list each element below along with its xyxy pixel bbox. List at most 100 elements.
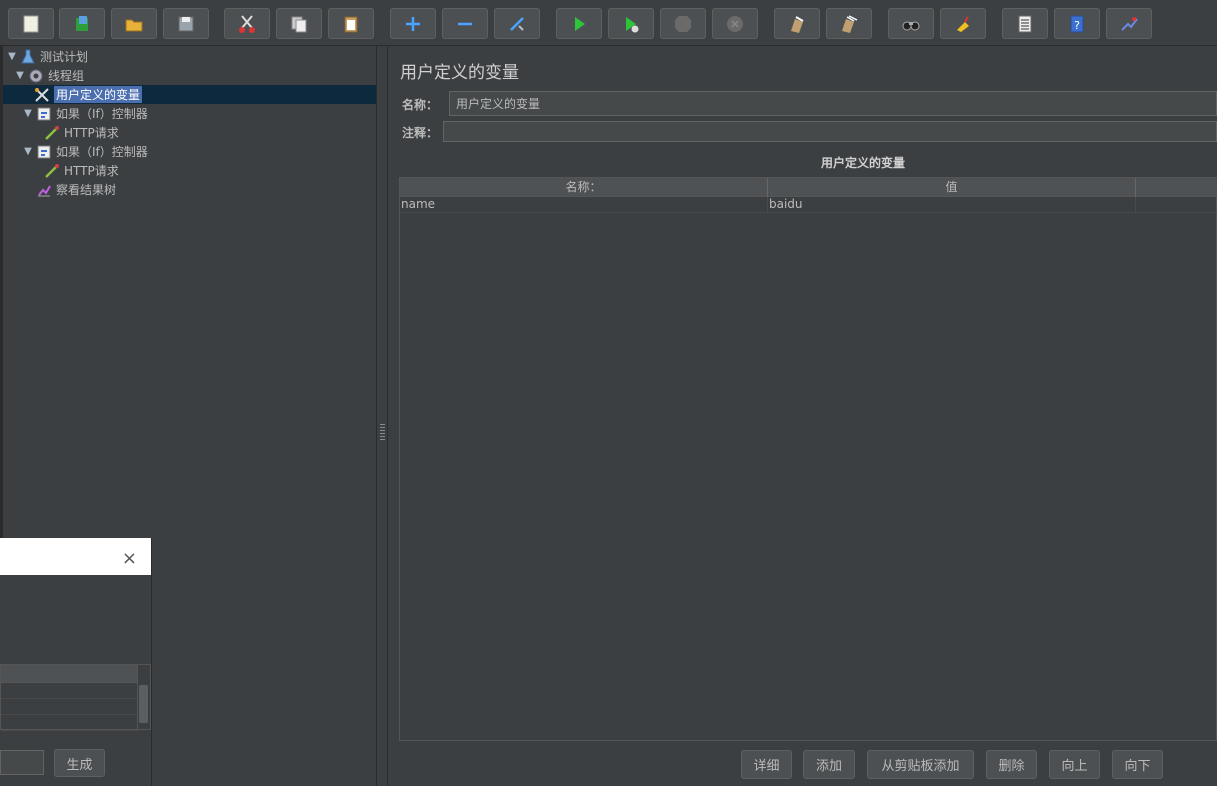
wrench-screwdriver-icon (34, 87, 50, 103)
table-row[interactable] (1, 699, 138, 715)
pipette-icon (44, 163, 60, 179)
variables-table: 名称： 值 name baidu (399, 177, 1217, 741)
paste-button[interactable] (328, 8, 374, 39)
templates-button[interactable] (59, 8, 105, 39)
remote-button[interactable] (1106, 8, 1152, 39)
section-title: 用户定义的变量 (820, 156, 905, 170)
tree-item-label: 如果（If）控制器 (56, 145, 148, 159)
table-cell[interactable]: baidu (768, 197, 1136, 213)
copy-button[interactable] (276, 8, 322, 39)
open-button[interactable] (111, 8, 157, 39)
scrollbar-thumb[interactable] (139, 685, 148, 723)
tree-item-test-plan[interactable]: ▼ 测试计划 (6, 47, 88, 66)
table-row[interactable] (1, 715, 138, 731)
stop-icon (675, 15, 691, 32)
delete-button[interactable]: 删除 (986, 750, 1037, 779)
remote-icon (1121, 16, 1138, 31)
function-helper-icon (1018, 15, 1032, 32)
chart-icon (36, 182, 52, 198)
help-icon: ? (1070, 15, 1084, 32)
table-row[interactable]: name baidu (400, 197, 1217, 213)
collapse-arrow-icon[interactable]: ▼ (22, 108, 34, 120)
flask-icon (20, 49, 36, 65)
save-icon (178, 16, 194, 31)
open-icon (125, 19, 143, 31)
tree-item-view-results-tree[interactable]: 察看结果树 (36, 180, 116, 199)
dialog-table-header (1, 665, 138, 683)
search-button[interactable] (888, 8, 934, 39)
clear-all-icon (842, 14, 858, 33)
start-no-pauses-icon (626, 16, 639, 32)
tree-item-if-controller-2[interactable]: ▼ 如果（If）控制器 (22, 142, 148, 161)
expand-button[interactable] (390, 8, 436, 39)
name-field[interactable]: 用户定义的变量 (449, 91, 1217, 116)
if-controller-icon (36, 106, 52, 122)
new-icon (23, 15, 39, 32)
tree-item-http-request-1[interactable]: HTTP请求 (44, 123, 119, 142)
clear-icon (791, 15, 804, 33)
collapse-arrow-icon[interactable]: ▼ (22, 146, 34, 158)
toggle-button[interactable] (494, 8, 540, 39)
collapse-button[interactable] (442, 8, 488, 39)
tree-item-if-controller-1[interactable]: ▼ 如果（If）控制器 (22, 104, 148, 123)
table-cell[interactable]: name (400, 197, 768, 213)
page-title: 用户定义的变量 (400, 63, 519, 83)
move-up-button[interactable]: 向上 (1049, 750, 1100, 779)
column-header-name[interactable]: 名称： (400, 178, 768, 197)
add-from-clipboard-button[interactable]: 从剪贴板添加 (867, 750, 974, 779)
tree-item-http-request-2[interactable]: HTTP请求 (44, 161, 119, 180)
splitter-grip-icon[interactable] (380, 422, 385, 440)
tree-item-label: 用户定义的变量 (54, 86, 143, 103)
table-header: 名称： 值 (400, 178, 1217, 197)
dialog-table (0, 664, 151, 731)
comment-field[interactable] (443, 121, 1217, 142)
table-row[interactable] (1, 683, 138, 699)
detail-button[interactable]: 详细 (741, 750, 792, 779)
split-pane-divider[interactable] (376, 46, 388, 786)
add-button[interactable]: 添加 (803, 750, 855, 779)
shutdown-icon (727, 15, 743, 32)
close-icon[interactable]: × (122, 548, 137, 569)
templates-icon (76, 15, 88, 31)
if-controller-icon (36, 144, 52, 160)
function-helper-button[interactable] (1002, 8, 1048, 39)
toolbar: ? (0, 0, 1217, 46)
start-button[interactable] (556, 8, 602, 39)
search-icon (902, 21, 920, 30)
help-button[interactable]: ? (1054, 8, 1100, 39)
column-header-extra[interactable] (1136, 178, 1217, 197)
dialog-titlebar: × (0, 538, 151, 575)
new-button[interactable] (8, 8, 54, 39)
reset-search-button[interactable] (940, 8, 986, 39)
table-cell[interactable] (1136, 197, 1217, 213)
toggle-icon (510, 16, 524, 31)
svg-text:?: ? (1074, 19, 1080, 32)
stop-button[interactable] (660, 8, 706, 39)
tree-item-label: HTTP请求 (64, 164, 119, 178)
paste-icon (344, 16, 358, 32)
editor-panel: 用户定义的变量 名称： 用户定义的变量 注释： 用户定义的变量 名称： 值 na… (389, 46, 1217, 786)
reset-search-icon (957, 15, 969, 32)
clear-all-button[interactable] (826, 8, 872, 39)
collapse-arrow-icon[interactable]: ▼ (14, 70, 26, 82)
save-button[interactable] (163, 8, 209, 39)
generate-button[interactable]: 生成 (54, 749, 105, 777)
vertical-scrollbar[interactable] (137, 665, 150, 729)
name-label: 名称： (402, 98, 439, 112)
clear-button[interactable] (774, 8, 820, 39)
cut-icon (239, 14, 255, 33)
pipette-icon (44, 125, 60, 141)
shutdown-button[interactable] (712, 8, 758, 39)
tree-item-thread-group[interactable]: ▼ 线程组 (14, 66, 84, 85)
cut-button[interactable] (224, 8, 270, 39)
tree-item-user-defined-variables[interactable]: 用户定义的变量 (0, 85, 376, 104)
tree-item-label: 线程组 (48, 69, 85, 83)
start-icon (575, 16, 585, 31)
column-header-value[interactable]: 值 (768, 178, 1136, 197)
start-no-pauses-button[interactable] (608, 8, 654, 39)
move-down-button[interactable]: 向下 (1112, 750, 1163, 779)
tree-item-label: 察看结果树 (56, 183, 117, 197)
dialog-input[interactable] (0, 750, 44, 775)
collapse-arrow-icon[interactable]: ▼ (6, 51, 18, 63)
dialog-window: × 生成 (0, 538, 152, 786)
